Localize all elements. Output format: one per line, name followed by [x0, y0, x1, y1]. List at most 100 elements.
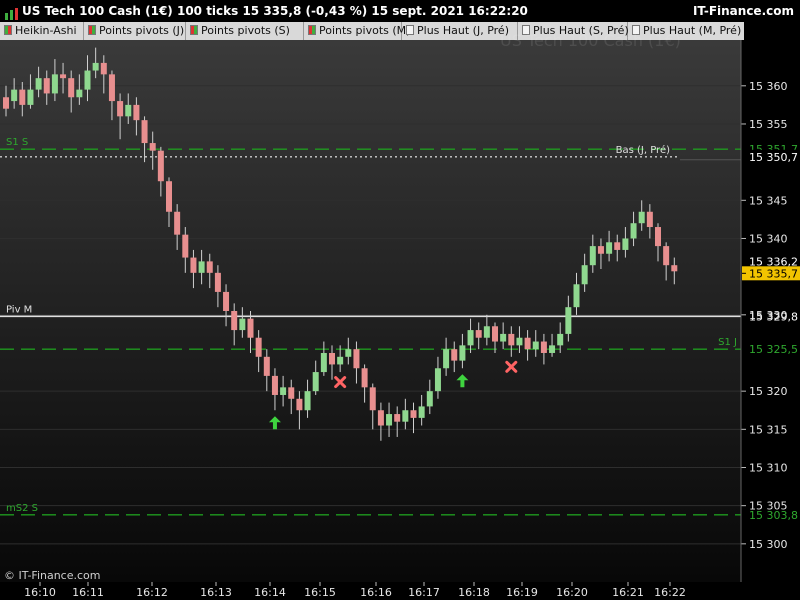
x-tick-label: 16:12	[136, 586, 168, 599]
candle-body[interactable]	[361, 368, 368, 388]
candle-body[interactable]	[288, 387, 295, 399]
candle-body[interactable]	[492, 326, 498, 342]
candle-body[interactable]	[312, 372, 319, 392]
candle-body[interactable]	[540, 341, 547, 353]
candle-body[interactable]	[296, 398, 303, 411]
candle-body[interactable]	[304, 391, 311, 411]
candle-body[interactable]	[43, 78, 50, 94]
candle-body[interactable]	[565, 307, 572, 334]
candle-body[interactable]	[92, 62, 99, 71]
x-tick-label: 16:18	[458, 586, 490, 599]
x-tick-label: 16:14	[254, 586, 286, 599]
candle-body[interactable]	[573, 284, 580, 308]
candle-body[interactable]	[597, 246, 604, 254]
candle-body[interactable]	[500, 333, 507, 342]
candle-body[interactable]	[239, 318, 246, 331]
candle-body[interactable]	[418, 406, 425, 418]
candle-body[interactable]	[377, 410, 384, 426]
candle-body[interactable]	[549, 345, 556, 353]
chart-window: US Tech 100 Cash (1€) 100 ticks 15 335,8…	[0, 0, 800, 600]
candle-body[interactable]	[353, 349, 360, 369]
candle-body[interactable]	[141, 120, 148, 144]
candle-body[interactable]	[255, 337, 262, 357]
candle-body[interactable]	[320, 352, 327, 373]
level-label: mS2 S	[6, 503, 38, 514]
candle-body[interactable]	[394, 414, 401, 422]
candle-body[interactable]	[182, 234, 189, 258]
candle-body[interactable]	[3, 97, 9, 109]
candle-body[interactable]	[655, 227, 661, 247]
candle-body[interactable]	[402, 410, 409, 422]
level-tag: 15 350,7	[749, 151, 798, 164]
candle-body[interactable]	[68, 78, 75, 98]
candle-body[interactable]	[532, 341, 539, 350]
candle-body[interactable]	[76, 89, 83, 98]
candle-body[interactable]	[27, 89, 34, 105]
candle-body[interactable]	[638, 211, 645, 224]
x-tick-label: 16:22	[654, 586, 686, 599]
candle-body[interactable]	[467, 330, 474, 346]
candle-body[interactable]	[459, 345, 466, 361]
candle-body[interactable]	[84, 70, 91, 90]
candle-body[interactable]	[663, 246, 670, 266]
candle-body[interactable]	[614, 242, 621, 250]
candle-body[interactable]	[606, 242, 613, 254]
candle-body[interactable]	[434, 368, 441, 392]
candle-body[interactable]	[671, 265, 678, 272]
candle-body[interactable]	[100, 62, 107, 75]
candle-body[interactable]	[149, 143, 156, 151]
candle-body[interactable]	[206, 261, 213, 273]
candle-body[interactable]	[630, 223, 637, 239]
candle-body[interactable]	[174, 211, 181, 235]
candle-body[interactable]	[198, 261, 205, 273]
candle-body[interactable]	[125, 104, 132, 117]
candle-body[interactable]	[589, 246, 596, 266]
candle-body[interactable]	[369, 387, 376, 411]
candle-body[interactable]	[133, 104, 140, 121]
y-tick-label: 15 360	[749, 80, 788, 93]
candle-body[interactable]	[247, 318, 254, 338]
x-tick-label: 16:16	[360, 586, 392, 599]
candle-body[interactable]	[190, 257, 197, 273]
candle-body[interactable]	[557, 333, 564, 346]
candle-body[interactable]	[646, 211, 653, 228]
plot-area	[0, 40, 741, 582]
price-chart[interactable]: US Tech 100 Cash (1€) S1 S15 351,7Bas (J…	[0, 0, 800, 600]
x-tick-label: 16:21	[612, 586, 644, 599]
candle-body[interactable]	[271, 375, 278, 395]
candle-body[interactable]	[516, 337, 523, 346]
candle-body[interactable]	[280, 387, 287, 395]
candle-body[interactable]	[223, 291, 230, 311]
candle-body[interactable]	[117, 101, 124, 117]
candle-body[interactable]	[524, 337, 531, 350]
candle-body[interactable]	[11, 89, 18, 102]
candle-body[interactable]	[483, 326, 490, 338]
candle-body[interactable]	[622, 238, 629, 250]
candle-body[interactable]	[157, 150, 164, 182]
y-tick-label: 15 330	[749, 309, 788, 322]
candle-body[interactable]	[475, 330, 482, 338]
candle-body[interactable]	[51, 74, 58, 94]
candle-body[interactable]	[329, 352, 335, 365]
candle-body[interactable]	[581, 265, 588, 285]
candle-body[interactable]	[231, 311, 238, 331]
candle-body[interactable]	[214, 272, 221, 292]
candle-body[interactable]	[443, 349, 450, 369]
candle-body[interactable]	[508, 333, 515, 346]
candle-body[interactable]	[166, 181, 172, 212]
candle-body[interactable]	[108, 74, 115, 102]
candle-body[interactable]	[35, 78, 42, 90]
candle-body[interactable]	[426, 391, 433, 407]
candle-body[interactable]	[263, 356, 270, 376]
x-tick-label: 16:20	[556, 586, 588, 599]
x-tick-label: 16:11	[72, 586, 104, 599]
candle-body[interactable]	[19, 89, 26, 105]
candle-body[interactable]	[451, 349, 458, 361]
candle-body[interactable]	[60, 74, 67, 79]
y-tick-label: 15 315	[749, 423, 788, 436]
candle-body[interactable]	[345, 349, 352, 357]
candle-body[interactable]	[337, 356, 344, 365]
level-label: S1 S	[6, 137, 28, 148]
candle-body[interactable]	[410, 410, 417, 418]
candle-body[interactable]	[386, 414, 393, 426]
